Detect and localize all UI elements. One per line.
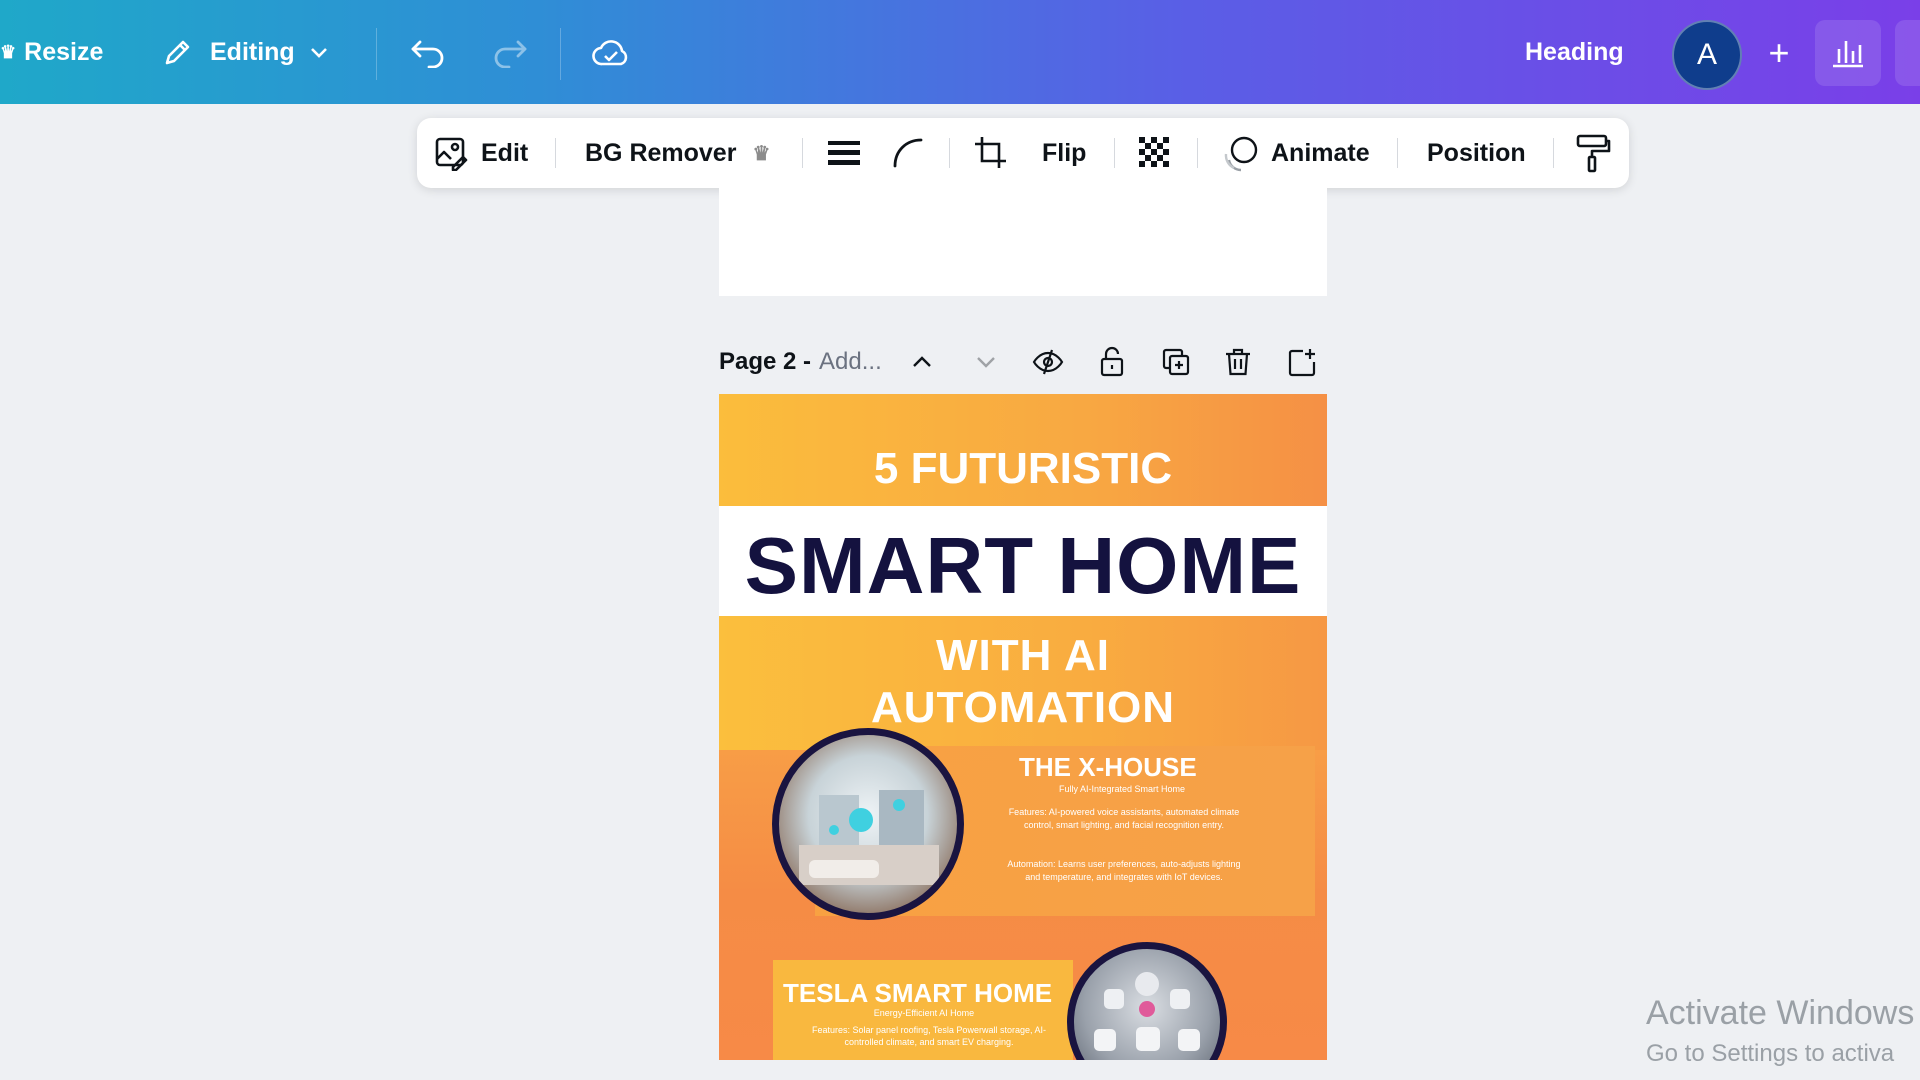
border-style-button[interactable] — [827, 118, 861, 188]
eye-slash-icon — [1032, 349, 1064, 375]
add-page-icon — [1288, 349, 1316, 377]
divider — [560, 28, 561, 80]
xhouse-subtitle[interactable]: Fully AI-Integrated Smart Home — [1047, 784, 1197, 794]
tesla-title[interactable]: TESLA SMART HOME — [783, 978, 1052, 1009]
edit-image-button[interactable]: Edit — [433, 118, 528, 188]
trash-icon — [1226, 348, 1250, 376]
xhouse-automation[interactable]: Automation: Learns user preferences, aut… — [1004, 858, 1244, 884]
crop-button[interactable] — [973, 118, 1009, 188]
bg-remover-label: BG Remover — [585, 138, 737, 167]
crown-icon: ♛ — [0, 41, 17, 62]
delete-page-button[interactable] — [1220, 342, 1256, 382]
divider — [802, 138, 803, 168]
editing-mode-button[interactable]: Editing — [162, 0, 329, 104]
poster-line-3[interactable]: WITH AI AUTOMATION — [719, 630, 1327, 734]
divider — [555, 138, 556, 168]
flip-button[interactable]: Flip — [1042, 118, 1086, 188]
lock-page-button[interactable] — [1094, 342, 1130, 382]
divider — [1114, 138, 1115, 168]
resize-label: Resize — [24, 37, 104, 66]
poster-line-2[interactable]: SMART HOME — [719, 520, 1327, 612]
tesla-photo[interactable] — [1067, 942, 1227, 1060]
divider — [376, 28, 377, 80]
pencil-icon — [162, 36, 194, 68]
border-style-icon — [828, 141, 860, 165]
transparency-button[interactable] — [1137, 118, 1173, 188]
move-page-down-button[interactable] — [968, 342, 1004, 382]
xhouse-features[interactable]: Features: AI-powered voice assistants, a… — [1004, 806, 1244, 832]
copy-style-button[interactable] — [1575, 118, 1611, 188]
resize-button[interactable]: ♛ Resize — [0, 0, 103, 104]
chevron-down-icon — [309, 42, 329, 62]
hide-page-button[interactable] — [1030, 342, 1066, 382]
poster-line-1[interactable]: 5 FUTURISTIC — [719, 444, 1327, 494]
top-bar: ♛ Resize Editing Heading A + — [0, 0, 1920, 104]
page-title-input[interactable]: Add... — [819, 348, 882, 376]
page-2-label: Page 2 - — [719, 348, 812, 375]
editing-label: Editing — [210, 37, 295, 66]
undo-icon — [411, 40, 444, 68]
smart-devices-image — [1094, 972, 1200, 1051]
cloud-check-icon — [592, 40, 628, 66]
edit-label: Edit — [481, 138, 529, 167]
divider — [949, 138, 950, 168]
heading-label: Heading — [1525, 0, 1624, 104]
insights-button[interactable] — [1815, 20, 1881, 86]
xhouse-title[interactable]: THE X-HOUSE — [1019, 752, 1197, 783]
context-toolbar: Edit BG Remover ♛ Flip Animate Position — [417, 118, 1629, 188]
crown-icon: ♛ — [752, 142, 771, 165]
paint-roller-icon — [1576, 134, 1611, 173]
divider — [1197, 138, 1198, 168]
cloud-save-button[interactable] — [590, 0, 632, 104]
poster-line-3a: WITH AI — [936, 631, 1110, 680]
transparency-icon — [1139, 137, 1171, 169]
divider — [1397, 138, 1398, 168]
bg-remover-button[interactable]: BG Remover ♛ — [585, 118, 770, 188]
corner-rounding-button[interactable] — [891, 118, 925, 188]
chevron-down-icon — [977, 357, 995, 368]
position-button[interactable]: Position — [1427, 118, 1526, 188]
duplicate-page-button[interactable] — [1158, 342, 1194, 382]
add-collaborator-button[interactable]: + — [1746, 20, 1812, 86]
flip-label: Flip — [1042, 138, 1087, 167]
share-button[interactable] — [1895, 20, 1920, 86]
duplicate-icon — [1162, 348, 1190, 376]
image-edit-icon — [435, 137, 468, 171]
plus-icon: + — [1768, 32, 1790, 73]
animate-icon — [1224, 136, 1258, 172]
redo-button[interactable] — [490, 0, 530, 104]
move-page-up-button[interactable] — [904, 342, 940, 382]
xhouse-photo[interactable] — [772, 728, 964, 920]
chevron-up-icon — [913, 356, 931, 367]
tesla-features[interactable]: Features: Solar panel roofing, Tesla Pow… — [809, 1024, 1049, 1048]
page-1-canvas[interactable] — [719, 188, 1327, 296]
poster-line-3b: AUTOMATION — [870, 683, 1176, 732]
avatar-initial: A — [1696, 38, 1717, 71]
heading-text: Heading — [1525, 37, 1624, 66]
divider — [1553, 138, 1554, 168]
bar-chart-icon — [1833, 41, 1863, 68]
page-2-canvas[interactable]: 5 FUTURISTIC SMART HOME WITH AI AUTOMATI… — [719, 394, 1327, 1060]
animate-label: Animate — [1271, 138, 1370, 167]
crop-icon — [975, 137, 1006, 168]
avatar[interactable]: A — [1672, 20, 1742, 90]
position-label: Position — [1427, 138, 1526, 167]
animate-button[interactable]: Animate — [1223, 118, 1370, 188]
corner-radius-icon — [893, 138, 923, 168]
page-2-header: Page 2 - Add... — [719, 342, 882, 382]
activate-windows-title: Activate Windows — [1646, 994, 1915, 1032]
redo-icon — [494, 40, 527, 68]
undo-button[interactable] — [408, 0, 448, 104]
add-page-button[interactable] — [1284, 342, 1320, 382]
smart-home-interior-image — [799, 790, 939, 885]
unlock-icon — [1100, 346, 1124, 377]
activate-windows-subtitle: Go to Settings to activa — [1646, 1040, 1895, 1067]
tesla-subtitle[interactable]: Energy-Efficient AI Home — [849, 1008, 999, 1018]
